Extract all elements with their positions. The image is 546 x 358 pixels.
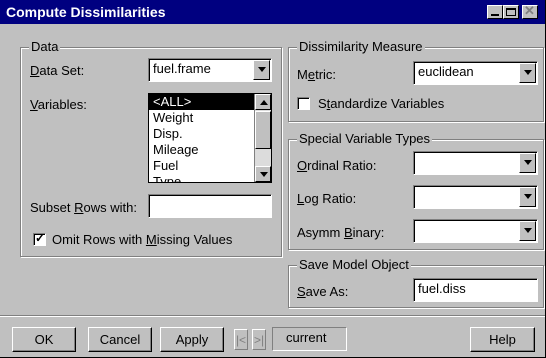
data-set-label-text: ata Set: bbox=[39, 63, 85, 78]
data-set-label-key: D bbox=[30, 63, 40, 78]
metric-value: euclidean bbox=[418, 64, 474, 79]
log-ratio-label: Log Ratio: bbox=[297, 191, 356, 206]
close-button[interactable]: ✕ bbox=[522, 3, 538, 19]
maximize-button[interactable] bbox=[503, 5, 519, 19]
ordinal-label-key: O bbox=[297, 158, 308, 173]
variables-list-item[interactable]: Disp. bbox=[149, 126, 271, 142]
dissimilarity-group-title: Dissimilarity Measure bbox=[297, 39, 425, 54]
omit-label-pre: Omit Rows with bbox=[52, 232, 146, 247]
ordinal-ratio-combo[interactable] bbox=[413, 151, 538, 175]
scroll-up-button[interactable] bbox=[255, 94, 271, 110]
log-label-post: og Ratio: bbox=[304, 191, 357, 206]
check-icon: ✓ bbox=[35, 231, 46, 245]
subset-rows-input[interactable] bbox=[148, 194, 272, 218]
chevron-down-icon bbox=[524, 160, 532, 165]
omit-missing-label[interactable]: Omit Rows with Missing Values bbox=[52, 232, 232, 247]
chevron-down-icon bbox=[258, 67, 266, 72]
asymm-binary-combo[interactable] bbox=[413, 219, 538, 243]
metric-label-post: tric: bbox=[315, 67, 337, 82]
save-group-title: Save Model Object bbox=[297, 257, 411, 272]
variables-scrollbar[interactable] bbox=[254, 94, 271, 182]
log-dropdown-button[interactable] bbox=[519, 187, 536, 207]
chevron-down-icon bbox=[524, 228, 532, 233]
subset-label-pre: Subset bbox=[30, 200, 75, 215]
asymm-label-pre: Asymm bbox=[297, 225, 344, 240]
metric-combo[interactable]: euclidean bbox=[413, 61, 538, 85]
metric-label-pre: M bbox=[297, 67, 308, 82]
scroll-thumb[interactable] bbox=[255, 111, 271, 149]
standardize-label-pre: S bbox=[318, 96, 327, 111]
close-icon: ✕ bbox=[524, 3, 535, 18]
title-bar[interactable]: Compute Dissimilarities ✕ bbox=[0, 0, 545, 24]
current-indicator: current bbox=[272, 327, 347, 351]
variables-label-text: ariables: bbox=[37, 97, 87, 112]
special-group-title: Special Variable Types bbox=[297, 131, 433, 146]
save-as-label: Save As: bbox=[297, 284, 348, 299]
standardize-label[interactable]: Standardize Variables bbox=[318, 96, 444, 111]
minimize-icon bbox=[491, 14, 499, 16]
data-set-value: fuel.frame bbox=[153, 61, 211, 76]
button-separator bbox=[0, 315, 545, 317]
asymm-label-key: B bbox=[343, 225, 353, 240]
data-set-combo[interactable]: fuel.frame bbox=[148, 58, 272, 82]
chevron-down-icon bbox=[524, 194, 532, 199]
data-group-title: Data bbox=[29, 39, 61, 54]
ok-button[interactable]: OK bbox=[12, 327, 76, 352]
arrow-down-icon bbox=[260, 172, 268, 177]
minimize-button[interactable] bbox=[487, 5, 503, 19]
metric-label-key: e bbox=[307, 67, 316, 82]
variables-list-item[interactable]: Weight bbox=[149, 110, 271, 126]
window-title: Compute Dissimilarities bbox=[6, 4, 166, 20]
metric-dropdown-button[interactable] bbox=[519, 63, 536, 83]
asymm-label-post: inary: bbox=[352, 225, 385, 240]
variables-list-item[interactable]: Type bbox=[149, 174, 271, 182]
subset-label-post: ows with: bbox=[83, 200, 137, 215]
data-set-label: Data Set: bbox=[30, 63, 84, 78]
save-label-post: ave As: bbox=[305, 284, 349, 299]
arrow-up-icon bbox=[260, 100, 268, 105]
cancel-button[interactable]: Cancel bbox=[88, 327, 152, 352]
variables-label: Variables: bbox=[30, 97, 87, 112]
save-label-key: S bbox=[297, 284, 306, 299]
variables-list-item[interactable]: <ALL> bbox=[149, 94, 271, 110]
subset-label: Subset Rows with: bbox=[30, 200, 137, 215]
dialog-window: Compute Dissimilarities ✕ Data Data Set:… bbox=[0, 0, 546, 358]
ordinal-dropdown-button[interactable] bbox=[519, 153, 536, 173]
previous-button[interactable]: |< bbox=[234, 329, 248, 350]
standardize-checkbox[interactable] bbox=[297, 97, 310, 110]
log-ratio-combo[interactable] bbox=[413, 185, 538, 209]
metric-label: Metric: bbox=[297, 67, 336, 82]
apply-button[interactable]: Apply bbox=[160, 327, 224, 352]
variables-listbox[interactable]: <ALL> Weight Disp. Mileage Fuel Type bbox=[148, 93, 272, 183]
variables-list: <ALL> Weight Disp. Mileage Fuel Type bbox=[149, 94, 271, 182]
omit-label-post: issing Values bbox=[156, 232, 233, 247]
asymm-binary-label: Asymm Binary: bbox=[297, 225, 384, 240]
variables-list-item[interactable]: Mileage bbox=[149, 142, 271, 158]
save-as-input[interactable]: fuel.diss bbox=[413, 278, 538, 302]
omit-label-key: M bbox=[145, 232, 157, 247]
ordinal-ratio-label: Ordinal Ratio: bbox=[297, 158, 377, 173]
omit-missing-checkbox[interactable]: ✓ bbox=[33, 231, 46, 246]
standardize-label-post: andardize Variables bbox=[330, 96, 445, 111]
chevron-down-icon bbox=[524, 70, 532, 75]
maximize-icon bbox=[506, 8, 516, 16]
ordinal-label-post: rdinal Ratio: bbox=[307, 158, 377, 173]
next-button[interactable]: >| bbox=[252, 329, 266, 350]
variables-list-item[interactable]: Fuel bbox=[149, 158, 271, 174]
asymm-dropdown-button[interactable] bbox=[519, 221, 536, 241]
scroll-down-button[interactable] bbox=[255, 166, 271, 182]
help-button[interactable]: Help bbox=[470, 327, 535, 352]
variables-label-key: V bbox=[30, 97, 38, 112]
data-set-dropdown-button[interactable] bbox=[253, 60, 270, 80]
